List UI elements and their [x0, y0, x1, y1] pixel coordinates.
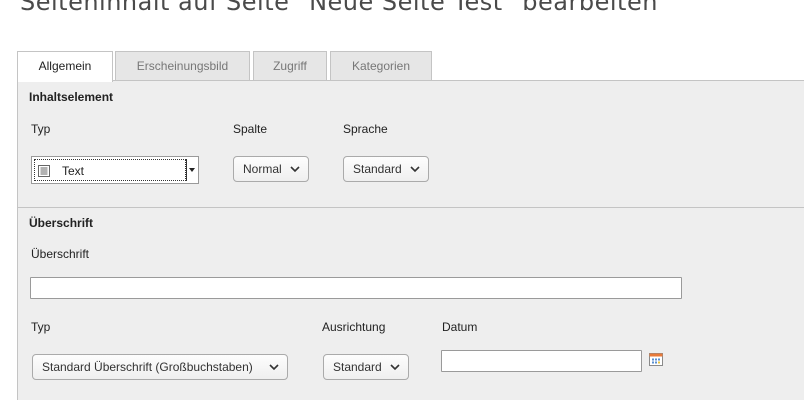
tab-allgemein[interactable]: Allgemein	[17, 51, 113, 82]
tab-panel-allgemein: Inhaltselement Typ Spalte Sprache Text N…	[17, 80, 804, 400]
heading-type-select[interactable]: Standard Überschrift (Großbuchstaben)	[32, 354, 288, 380]
column-select[interactable]: Normal	[233, 156, 309, 182]
section-divider	[18, 207, 804, 208]
column-label: Spalte	[233, 122, 268, 136]
language-label: Sprache	[343, 122, 388, 136]
language-select-value: Standard	[353, 162, 402, 176]
column-select-value: Normal	[243, 162, 282, 176]
section-title-inhaltselement: Inhaltselement	[29, 90, 114, 104]
date-label: Datum	[442, 320, 478, 334]
tab-kategorien[interactable]: Kategorien	[330, 51, 432, 81]
section-title-ueberschrift: Überschrift	[29, 216, 94, 230]
text-document-icon	[38, 165, 50, 177]
tab-zugriff[interactable]: Zugriff	[253, 51, 327, 81]
chevron-down-icon	[390, 364, 400, 371]
content-type-dropdown-arrow[interactable]	[186, 159, 196, 181]
chevron-down-icon	[290, 166, 300, 173]
chevron-down-icon	[410, 166, 420, 173]
date-input[interactable]	[441, 350, 642, 372]
tab-erscheinungsbild[interactable]: Erscheinungsbild	[115, 51, 250, 81]
content-type-label: Typ	[31, 122, 51, 136]
chevron-down-icon	[269, 364, 279, 371]
calendar-icon[interactable]	[649, 352, 663, 366]
alignment-select[interactable]: Standard	[323, 354, 409, 380]
language-select[interactable]: Standard	[343, 156, 429, 182]
page-title: Seiteninhalt auf Seite "Neue Seite Test"…	[20, 0, 658, 16]
alignment-select-value: Standard	[333, 360, 382, 374]
heading-type-label: Typ	[31, 320, 51, 334]
content-type-value: Text	[62, 164, 85, 178]
heading-label: Überschrift	[31, 247, 90, 261]
content-type-select-inner: Text	[34, 159, 186, 181]
alignment-label: Ausrichtung	[322, 320, 386, 334]
heading-input[interactable]	[30, 277, 682, 299]
heading-type-value: Standard Überschrift (Großbuchstaben)	[42, 360, 253, 374]
content-type-select[interactable]: Text	[31, 156, 199, 184]
